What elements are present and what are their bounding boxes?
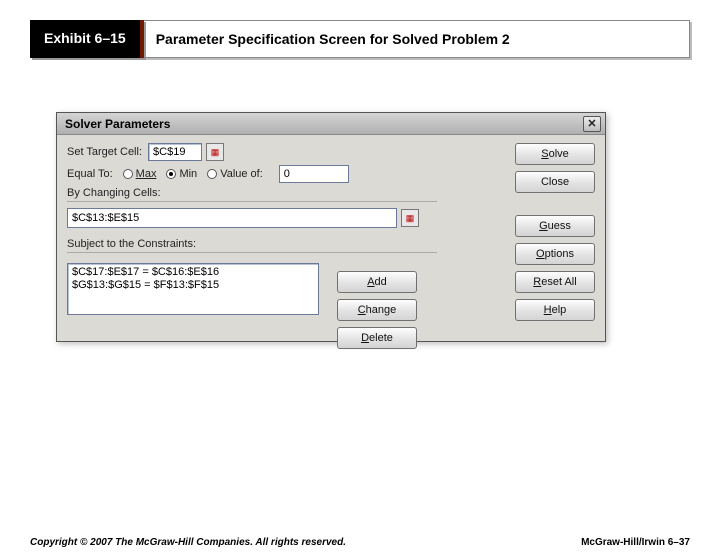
- titlebar[interactable]: Solver Parameters ✕: [57, 113, 605, 135]
- dialog-title: Solver Parameters: [65, 117, 170, 131]
- delete-button[interactable]: DeleteDelete: [337, 327, 417, 349]
- target-cell-input[interactable]: [148, 143, 202, 161]
- equal-to-label: Equal To:: [67, 168, 113, 180]
- options-button[interactable]: OptionsOptions: [515, 243, 595, 265]
- solver-parameters-dialog: Solver Parameters ✕ Set Target Cell: ▦ E…: [56, 112, 606, 342]
- change-button[interactable]: ChangeChange: [337, 299, 417, 321]
- copyright: Copyright © 2007 The McGraw-Hill Compani…: [30, 537, 346, 548]
- set-target-cell-label: Set Target Cell:: [67, 146, 142, 158]
- radio-max-label: Max: [136, 168, 157, 180]
- radio-min-label: Min: [179, 168, 197, 180]
- slide-header: Exhibit 6–15 Parameter Specification Scr…: [30, 20, 690, 58]
- constraint-row[interactable]: $C$17:$E$17 = $C$16:$E$16: [72, 266, 314, 279]
- value-of-input[interactable]: [279, 165, 349, 183]
- radio-max[interactable]: [123, 169, 133, 179]
- close-icon[interactable]: ✕: [583, 116, 601, 132]
- radio-value-label: Value of:: [220, 168, 263, 180]
- reset-all-button[interactable]: Reset AllReset All: [515, 271, 595, 293]
- constraint-row[interactable]: $G$13:$G$15 = $F$13:$F$15: [72, 279, 314, 292]
- page-number: McGraw-Hill/Irwin 6–37: [581, 537, 690, 548]
- add-button[interactable]: AddAdd: [337, 271, 417, 293]
- radio-value[interactable]: [207, 169, 217, 179]
- changing-cells-input[interactable]: [67, 208, 397, 228]
- radio-min[interactable]: [166, 169, 176, 179]
- help-button[interactable]: HelpHelp: [515, 299, 595, 321]
- exhibit-tag: Exhibit 6–15: [30, 20, 144, 58]
- range-picker-icon[interactable]: ▦: [206, 143, 224, 161]
- guess-button[interactable]: GuessGuess: [515, 215, 595, 237]
- range-picker-icon[interactable]: ▦: [401, 209, 419, 227]
- exhibit-title: Parameter Specification Screen for Solve…: [144, 20, 690, 58]
- close-button[interactable]: Close: [515, 171, 595, 193]
- constraints-listbox[interactable]: $C$17:$E$17 = $C$16:$E$16 $G$13:$G$15 = …: [67, 263, 319, 315]
- solve-button[interactable]: SSolveolve: [515, 143, 595, 165]
